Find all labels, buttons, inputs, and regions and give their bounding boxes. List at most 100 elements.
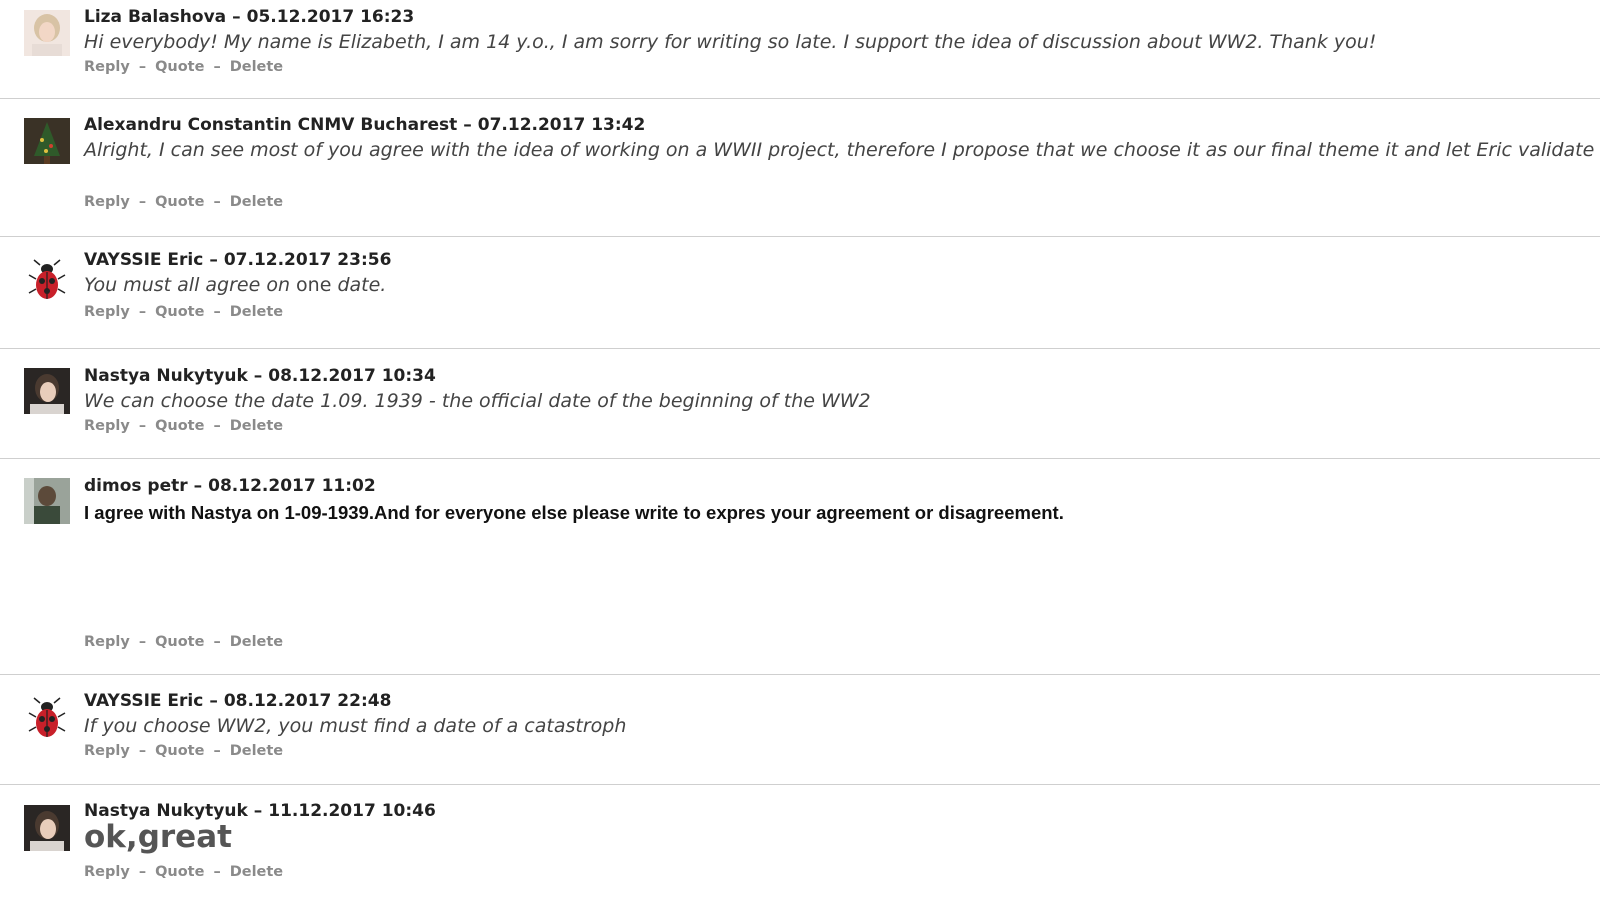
action-separator: – (213, 864, 221, 880)
comment-author[interactable]: VAYSSIE Eric (84, 691, 203, 711)
comment-text: If you choose WW2, you must find a date … (84, 715, 627, 737)
comment-datetime: 08.12.2017 22:48 (223, 691, 392, 711)
header-separator: – (209, 691, 218, 711)
comment-header: Nastya Nukytyuk –08.12.2017 10:34 (84, 366, 436, 386)
action-separator: – (213, 304, 221, 320)
comment-header: Nastya Nukytyuk –11.12.2017 10:46 (84, 801, 436, 821)
reply-button[interactable]: Reply (84, 864, 130, 880)
bug-avatar-icon (24, 257, 70, 303)
delete-button[interactable]: Delete (230, 194, 283, 210)
comment-header: VAYSSIE Eric –07.12.2017 23:56 (84, 250, 391, 270)
delete-button[interactable]: Delete (230, 743, 283, 759)
comment-datetime: 11.12.2017 10:46 (268, 801, 436, 821)
comment-item: Alexandru Constantin CNMV Bucharest –07.1… (0, 99, 1600, 237)
comment-text: Alright, I can see most of you agree wit… (84, 139, 1600, 161)
delete-button[interactable]: Delete (230, 864, 283, 880)
reply-button[interactable]: Reply (84, 743, 130, 759)
avatar-photo-icon (24, 10, 70, 56)
action-separator: – (213, 59, 221, 75)
action-separator: – (213, 743, 221, 759)
comment-header: VAYSSIE Eric –08.12.2017 22:48 (84, 691, 391, 711)
comment-actions: Reply – Quote – Delete (84, 418, 283, 434)
reply-button[interactable]: Reply (84, 418, 130, 434)
action-separator: – (213, 194, 221, 210)
avatar[interactable] (24, 805, 70, 851)
action-separator: – (138, 59, 147, 75)
bug-avatar-icon (24, 695, 70, 741)
comment-actions: Reply – Quote – Delete (84, 743, 283, 759)
comment-text: ok,great (84, 819, 232, 855)
avatar[interactable] (24, 257, 70, 303)
comment-author[interactable]: dimos petr (84, 476, 188, 496)
quote-button[interactable]: Quote (155, 743, 204, 759)
comment-actions: Reply – Quote – Delete (84, 194, 283, 210)
comment-actions: Reply – Quote – Delete (84, 864, 283, 880)
comment-text-part: You must all agree on (84, 274, 297, 296)
comment-actions: Reply – Quote – Delete (84, 634, 283, 650)
comment-header: Liza Balashova –05.12.2017 16:23 (84, 7, 414, 27)
avatar[interactable] (24, 118, 70, 164)
comment-author[interactable]: Liza Balashova (84, 7, 226, 27)
header-separator: – (193, 476, 203, 496)
comment-author[interactable]: VAYSSIE Eric (84, 250, 203, 270)
header-separator: – (253, 801, 263, 821)
avatar-photo-icon (24, 805, 70, 851)
comment-author[interactable]: Nastya Nukytyuk (84, 801, 248, 821)
avatar[interactable] (24, 368, 70, 414)
avatar[interactable] (24, 478, 70, 524)
header-separator: – (253, 366, 263, 386)
comment-datetime: 05.12.2017 16:23 (246, 7, 415, 27)
avatar-photo-icon (24, 118, 70, 164)
comment-header: dimos petr –08.12.2017 11:02 (84, 476, 376, 496)
comment-datetime: 08.12.2017 11:02 (208, 476, 376, 496)
comment-datetime: 08.12.2017 10:34 (268, 366, 436, 386)
quote-button[interactable]: Quote (155, 864, 204, 880)
delete-button[interactable]: Delete (230, 304, 283, 320)
action-separator: – (138, 304, 147, 320)
reply-button[interactable]: Reply (84, 194, 130, 210)
quote-button[interactable]: Quote (155, 304, 204, 320)
comment-item: Liza Balashova –05.12.2017 16:23 Hi every… (0, 0, 1600, 99)
comment-header: Alexandru Constantin CNMV Bucharest –07.1… (84, 115, 645, 135)
quote-button[interactable]: Quote (155, 194, 204, 210)
avatar[interactable] (24, 10, 70, 56)
header-separator: – (209, 250, 218, 270)
avatar-photo-icon (24, 368, 70, 414)
comment-actions: Reply – Quote – Delete (84, 59, 283, 75)
avatar-photo-icon (24, 478, 70, 524)
comment-text: You must all agree on one date. (84, 274, 386, 296)
comment-text: Hi everybody! My name is Elizabeth, I am… (84, 31, 1377, 53)
action-separator: – (138, 194, 147, 210)
action-separator: – (213, 634, 221, 650)
comment-item: VAYSSIE Eric –07.12.2017 23:56 You must a… (0, 237, 1600, 349)
delete-button[interactable]: Delete (230, 418, 283, 434)
action-separator: – (138, 743, 147, 759)
comment-text-part: date. (331, 274, 387, 296)
quote-button[interactable]: Quote (155, 418, 204, 434)
reply-button[interactable]: Reply (84, 634, 130, 650)
action-separator: – (138, 634, 147, 650)
comment-actions: Reply – Quote – Delete (84, 304, 283, 320)
quote-button[interactable]: Quote (155, 634, 204, 650)
comment-datetime: 07.12.2017 13:42 (477, 115, 646, 135)
reply-button[interactable]: Reply (84, 59, 130, 75)
reply-button[interactable]: Reply (84, 304, 130, 320)
header-separator: – (463, 115, 472, 135)
action-separator: – (213, 418, 221, 434)
avatar[interactable] (24, 695, 70, 741)
comment-text: We can choose the date 1.09. 1939 - the … (84, 390, 871, 412)
comment-item: Nastya Nukytyuk –11.12.2017 10:46 ok,grea… (0, 785, 1600, 900)
quote-button[interactable]: Quote (155, 59, 204, 75)
comment-item: VAYSSIE Eric –08.12.2017 22:48 If you cho… (0, 675, 1600, 785)
comment-item: Nastya Nukytyuk –08.12.2017 10:34 We can … (0, 349, 1600, 459)
delete-button[interactable]: Delete (230, 634, 283, 650)
comment-item: dimos petr –08.12.2017 11:02 I agree with… (0, 459, 1600, 675)
comment-text-emphasis: one (296, 274, 332, 296)
comment-text: I agree with Nastya on 1-09-1939.And for… (84, 502, 1064, 523)
comment-datetime: 07.12.2017 23:56 (223, 250, 392, 270)
comment-author[interactable]: Nastya Nukytyuk (84, 366, 248, 386)
comment-author[interactable]: Alexandru Constantin CNMV Bucharest (84, 115, 457, 135)
delete-button[interactable]: Delete (230, 59, 283, 75)
action-separator: – (138, 418, 147, 434)
action-separator: – (138, 864, 147, 880)
